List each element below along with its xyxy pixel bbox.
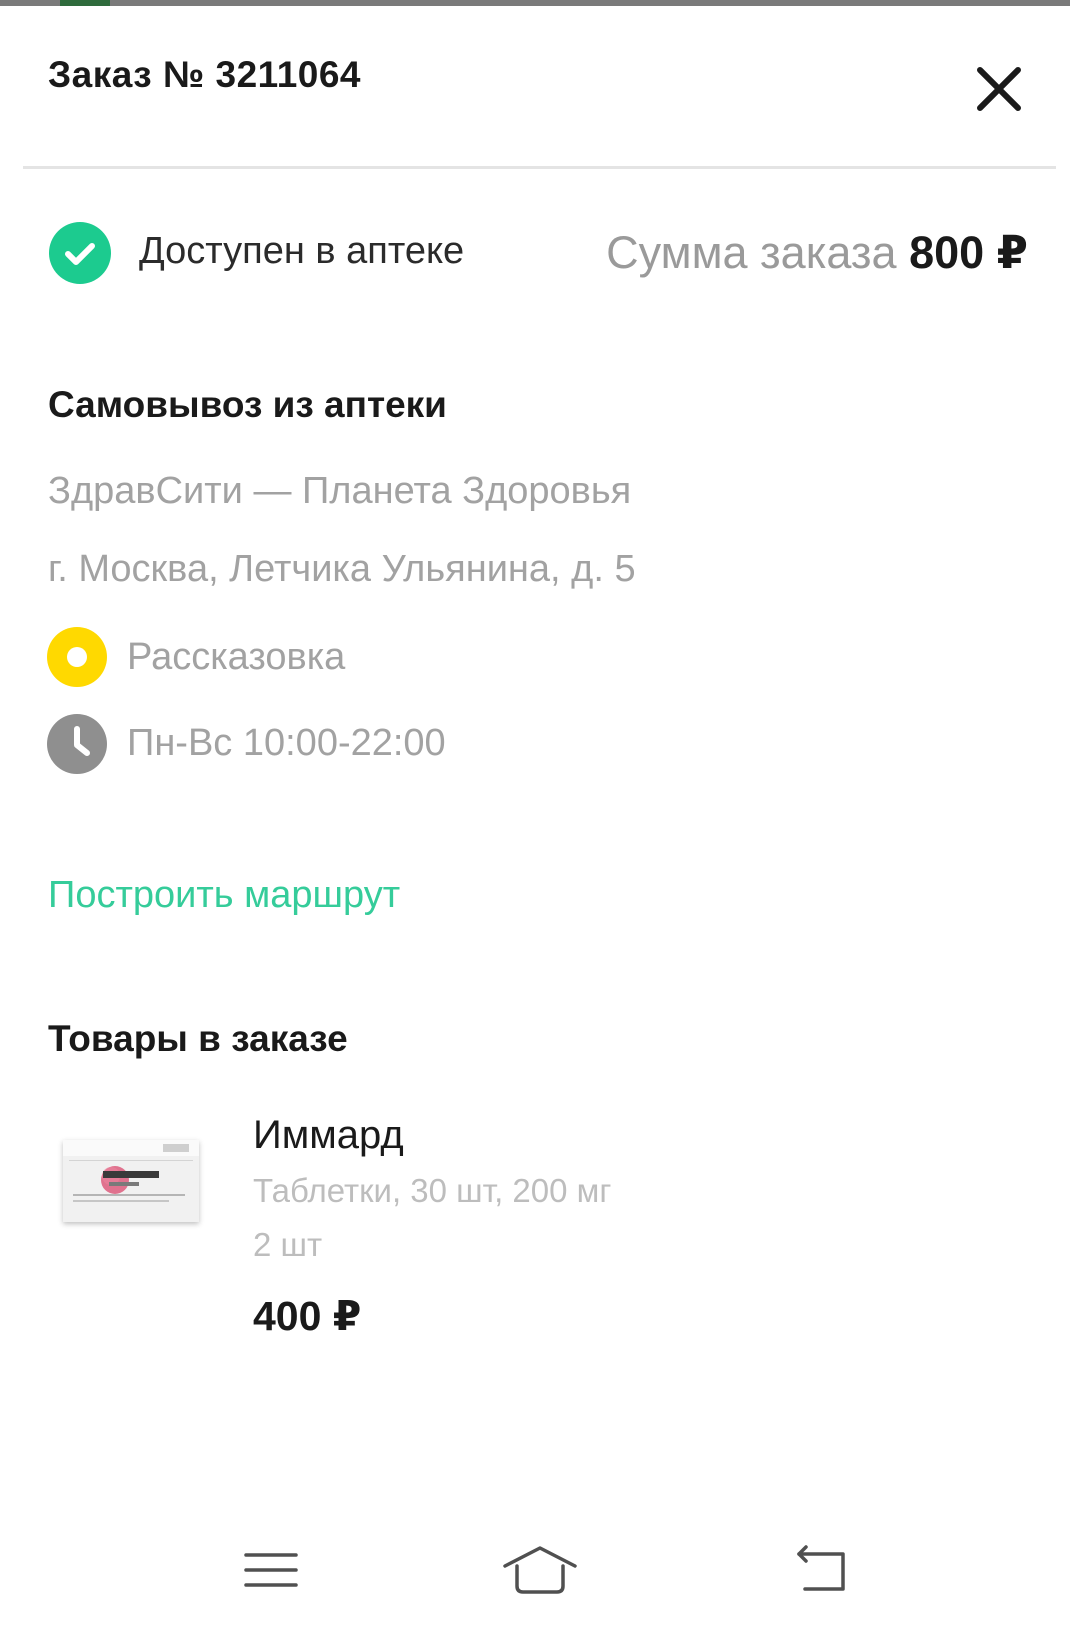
clock-icon (47, 714, 107, 774)
product-name[interactable]: Иммард (253, 1113, 404, 1158)
close-icon (977, 67, 1021, 111)
metro-station-icon (47, 627, 107, 687)
metro-station: Рассказовка (127, 636, 346, 678)
build-route-link[interactable]: Построить маршрут (48, 874, 400, 917)
menu-icon (244, 1553, 298, 1587)
header-divider (23, 166, 1056, 169)
order-items-heading: Товары в заказе (48, 1018, 348, 1059)
check-circle-icon (49, 222, 111, 284)
order-sum-value: 800 ₽ (909, 227, 1028, 278)
product-image (63, 1140, 199, 1222)
product-quantity: 2 шт (253, 1226, 323, 1263)
pharmacy-name: ЗдравСити — Планета Здоровья (48, 470, 632, 512)
order-title: Заказ № 3211064 (48, 54, 362, 95)
pharmacy-address: г. Москва, Летчика Ульянина, д. 5 (48, 548, 636, 590)
close-button[interactable] (972, 62, 1026, 116)
opening-hours: Пн-Вс 10:00-22:00 (127, 722, 446, 764)
background-sheet-edge (0, 0, 1070, 6)
pickup-heading: Самовывоз из аптеки (48, 384, 447, 425)
product-price: 400 ₽ (253, 1293, 362, 1339)
background-sheet-peek (60, 0, 110, 6)
order-sum: Сумма заказа 800 ₽ (606, 226, 1028, 279)
availability-status: Доступен в аптеке (139, 230, 465, 272)
nav-menu-button[interactable] (226, 1540, 316, 1600)
back-icon (797, 1545, 845, 1591)
nav-home-button[interactable] (495, 1540, 585, 1600)
nav-back-button[interactable] (775, 1540, 865, 1600)
order-sum-label: Сумма заказа (606, 227, 897, 278)
product-description: Таблетки, 30 шт, 200 мг (253, 1172, 612, 1209)
home-icon (503, 1546, 577, 1594)
